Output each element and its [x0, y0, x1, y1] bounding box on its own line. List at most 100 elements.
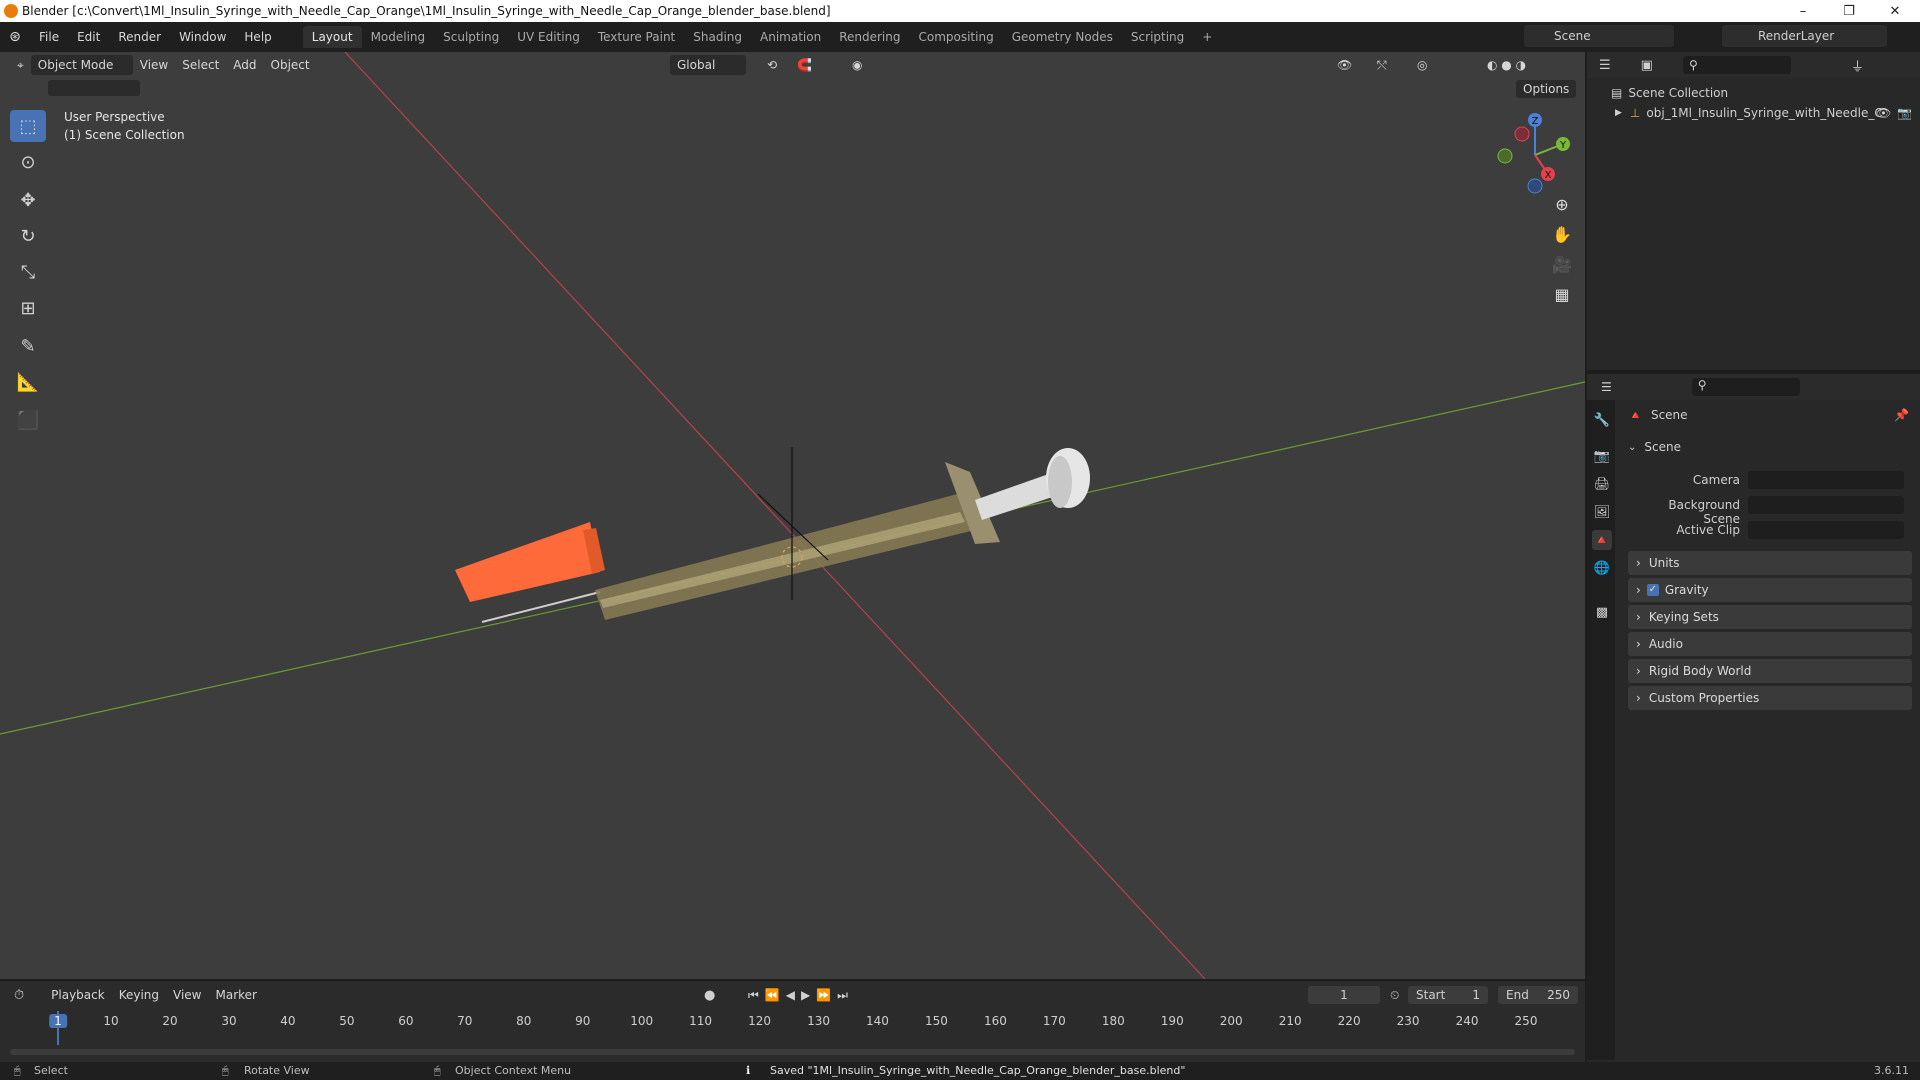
render-tab-icon[interactable]: 📷: [1592, 446, 1612, 466]
scene-section-header[interactable]: ⌄ Scene: [1628, 440, 1681, 454]
add-cube-tool-icon[interactable]: ⬛: [10, 404, 46, 436]
camera-view-icon[interactable]: 🎥: [1550, 252, 1574, 276]
menu-keying[interactable]: Keying: [112, 985, 166, 1005]
mode-dropdown[interactable]: Object Mode: [30, 55, 133, 75]
properties-search-input[interactable]: ⚲: [1691, 378, 1800, 396]
transform-tool-icon[interactable]: ⊞: [10, 292, 46, 324]
timeline-editor-icon[interactable]: ⏱: [14, 988, 24, 1003]
render-layer-selector[interactable]: RenderLayer: [1722, 25, 1887, 47]
minimize-button[interactable]: –: [1780, 0, 1826, 22]
menu-playback[interactable]: Playback: [44, 985, 112, 1005]
outliner-row-scene-collection[interactable]: ▤ Scene Collection: [1611, 86, 1728, 100]
outliner-search-input[interactable]: ⚲: [1682, 56, 1791, 74]
tab-rendering[interactable]: Rendering: [830, 26, 909, 48]
expand-arrow-icon[interactable]: ▶: [1615, 108, 1622, 118]
editor-type-icon[interactable]: ⌖: [10, 55, 31, 75]
menu-file[interactable]: File: [30, 30, 68, 44]
world-tab-icon[interactable]: 🌐: [1592, 558, 1612, 578]
panel-audio[interactable]: › Audio: [1628, 632, 1912, 656]
texture-tab-icon[interactable]: ▩: [1592, 602, 1612, 622]
panel-custom-properties[interactable]: › Custom Properties: [1628, 686, 1912, 710]
render-camera-icon[interactable]: 📷: [1897, 106, 1912, 120]
tab-layout[interactable]: Layout: [302, 26, 362, 48]
tab-scripting[interactable]: Scripting: [1122, 26, 1193, 48]
measure-tool-icon[interactable]: 📐: [10, 366, 46, 398]
eye-visibility-icon[interactable]: 👁: [1876, 106, 1891, 120]
background-scene-field[interactable]: [1748, 496, 1904, 514]
pin-icon[interactable]: 📌: [1894, 408, 1909, 422]
tab-compositing[interactable]: Compositing: [909, 26, 1002, 48]
end-frame-field[interactable]: End 250: [1498, 986, 1578, 1004]
move-tool-icon[interactable]: ✥: [10, 184, 46, 216]
overlay-toggle-icon[interactable]: ◎: [1410, 55, 1434, 75]
grid-perspective-icon[interactable]: ▦: [1550, 282, 1574, 306]
scene-tab-icon[interactable]: 🔺: [1592, 530, 1612, 550]
select-box-tool-icon[interactable]: ⬚: [10, 110, 46, 142]
clock-icon[interactable]: ⏲: [1390, 988, 1399, 1003]
blender-menu-icon[interactable]: ⊛: [0, 29, 30, 45]
gravity-checkbox[interactable]: ✓: [1646, 584, 1659, 596]
navigation-gizmo[interactable]: Z Y X: [1490, 110, 1580, 200]
status-message: Saved "1Ml_Insulin_Syringe_with_Needle_C…: [770, 1064, 1186, 1077]
menu-add[interactable]: Add: [226, 55, 263, 75]
start-frame-field[interactable]: Start 1: [1408, 986, 1488, 1004]
filter-icon[interactable]: ⏚: [1851, 56, 1864, 75]
tab-geometry-nodes[interactable]: Geometry Nodes: [1003, 26, 1122, 48]
menu-select[interactable]: Select: [175, 55, 226, 75]
selection-mode-buttons[interactable]: [48, 80, 140, 96]
tab-sculpting[interactable]: Sculpting: [434, 26, 508, 48]
current-frame-field[interactable]: 1: [1308, 986, 1380, 1004]
panel-units[interactable]: › Units: [1628, 551, 1912, 575]
pan-hand-icon[interactable]: ✋: [1550, 222, 1574, 246]
rotate-tool-icon[interactable]: ↻: [10, 220, 46, 252]
cursor-tool-icon[interactable]: ⊙: [10, 146, 46, 178]
menu-view[interactable]: View: [133, 55, 175, 75]
menu-timeline-view[interactable]: View: [166, 985, 208, 1005]
display-mode-icon[interactable]: ▣: [1641, 58, 1653, 73]
active-clip-field[interactable]: [1748, 521, 1904, 539]
zoom-icon[interactable]: ⊕: [1550, 192, 1574, 216]
output-tab-icon[interactable]: 🖨: [1592, 474, 1612, 494]
menu-edit[interactable]: Edit: [68, 30, 109, 44]
tool-tab-icon[interactable]: 🔧: [1592, 410, 1612, 430]
tab-modeling[interactable]: Modeling: [362, 26, 435, 48]
record-icon[interactable]: ●: [704, 988, 715, 1003]
view-layer-tab-icon[interactable]: 🖼: [1592, 502, 1612, 522]
menu-marker[interactable]: Marker: [208, 985, 263, 1005]
gizmo-toggle-icon[interactable]: ⤲: [1370, 55, 1394, 75]
snap-magnet-icon[interactable]: 🧲: [790, 55, 819, 75]
tab-uv-editing[interactable]: UV Editing: [508, 26, 589, 48]
shading-modes-icon[interactable]: ◐ ● ◑: [1480, 55, 1533, 75]
maximize-button[interactable]: ❐: [1826, 0, 1872, 22]
proportional-edit-icon[interactable]: ◉: [845, 55, 869, 75]
tab-shading[interactable]: Shading: [684, 26, 751, 48]
add-workspace-button[interactable]: +: [1193, 26, 1221, 48]
timeline-scrollbar[interactable]: [10, 1049, 1575, 1055]
info-icon: ℹ: [746, 1064, 751, 1077]
outliner-editor-icon[interactable]: ☰: [1599, 58, 1611, 73]
close-button[interactable]: ✕: [1872, 0, 1918, 22]
3d-viewport[interactable]: User Perspective (1) Scene Collection Z …: [0, 52, 1585, 979]
properties-editor-icon[interactable]: ☰: [1601, 380, 1612, 394]
panel-gravity-label: Gravity: [1664, 583, 1709, 597]
pivot-icon[interactable]: ⟲: [760, 55, 784, 75]
annotate-tool-icon[interactable]: ✎: [10, 330, 46, 362]
menu-object[interactable]: Object: [264, 55, 317, 75]
transform-orientation-dropdown[interactable]: Global: [670, 55, 746, 75]
options-button[interactable]: Options: [1516, 80, 1577, 98]
visibility-icon[interactable]: 👁: [1330, 55, 1359, 75]
top-menu-bar: ⊛ File Edit Render Window Help Layout Mo…: [0, 22, 1920, 52]
outliner-row-object[interactable]: ▶ ⊥ obj_1Ml_Insulin_Syringe_with_Needle_…: [1615, 106, 1883, 120]
tab-animation[interactable]: Animation: [751, 26, 830, 48]
scene-selector[interactable]: Scene: [1524, 25, 1674, 47]
menu-render[interactable]: Render: [109, 30, 170, 44]
playback-controls-icon[interactable]: ⏮⏪◀▶⏩⏭: [748, 988, 854, 1003]
camera-field[interactable]: [1748, 471, 1904, 489]
tab-texture-paint[interactable]: Texture Paint: [589, 26, 684, 48]
panel-gravity[interactable]: › ✓ Gravity: [1628, 578, 1912, 602]
scale-tool-icon[interactable]: ⤡: [10, 256, 46, 288]
panel-rigid-body-world[interactable]: › Rigid Body World: [1628, 659, 1912, 683]
menu-window[interactable]: Window: [170, 30, 235, 44]
panel-keying-sets[interactable]: › Keying Sets: [1628, 605, 1912, 629]
menu-help[interactable]: Help: [235, 30, 280, 44]
